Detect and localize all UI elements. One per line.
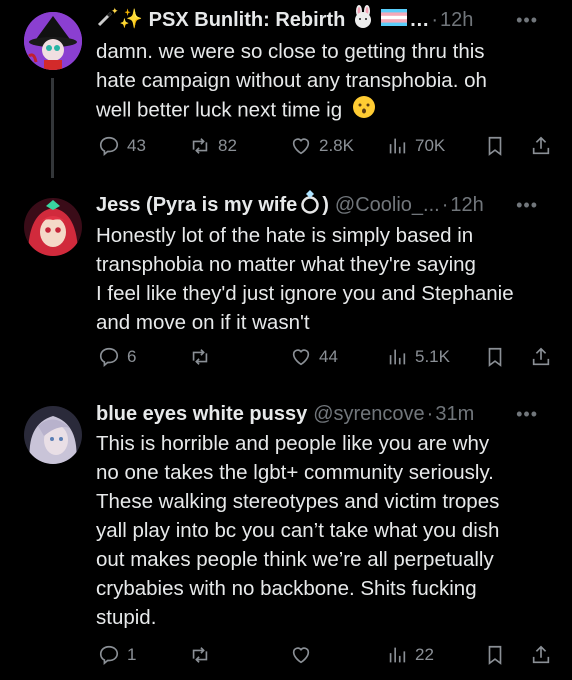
tweet-header: ✦ ✨ PSX Bunlith: Rebirth … · 12h ••• [96,4,558,36]
bookmark-icon [488,347,502,367]
view-count: 5.1K [415,347,450,366]
truncation-ellipsis: … [409,9,430,31]
reply-button[interactable]: 43 [98,133,146,159]
tweet-header: blue eyes white pussy @syrencove · 31m •… [96,400,558,428]
ring-emoji-icon [299,189,321,221]
reply-icon [99,136,119,157]
reply-count: 1 [127,645,137,664]
separator-dot: · [426,403,434,425]
tweet-text: This is horrible and people like you are… [96,429,556,632]
like-button[interactable] [290,642,319,668]
tweet-line: These walking stereotypes and victim tro… [96,490,500,513]
retweet-count: 82 [218,136,237,155]
avatar-psx-bunlith[interactable] [24,12,82,70]
tweet-line: stupid. [96,606,157,629]
tweet-line: out makes people think we’re all perpetu… [96,548,494,571]
tweet-line-with-emoji: well better luck next time ig [96,95,556,127]
more-options-icon[interactable]: ••• [516,7,538,33]
share-button[interactable] [530,642,552,668]
like-count: 2.8K [319,136,354,155]
reply-button[interactable]: 1 [98,642,136,668]
svg-text:✦: ✦ [111,6,118,16]
views-button[interactable]: 70K [386,133,445,159]
magic-wand-icon: ✦ [96,6,119,35]
views-icon [389,138,406,154]
tweet-2[interactable]: Jess (Pyra is my wife ) @Coolio_... · 12… [0,178,572,383]
display-name-suffix: ) [322,194,329,216]
tweet-text: Honestly lot of the hate is simply based… [96,221,556,337]
tweet-line: yall play into bc you can’t take what yo… [96,519,500,542]
heart-icon [292,349,310,366]
tweet-line: damn. we were so close to getting thru t… [96,40,485,63]
separator-dot: · [431,9,439,31]
tweet-1[interactable]: ✦ ✨ PSX Bunlith: Rebirth … · 12h ••• dam… [0,0,572,178]
user-handle[interactable]: @syrencove [313,401,424,427]
separator-dot: · [441,194,449,216]
hushed-face-emoji-icon [352,95,376,127]
bookmark-button[interactable] [484,133,506,159]
reply-count: 43 [127,136,146,155]
like-button[interactable]: 44 [290,344,338,370]
tweet-header: Jess (Pyra is my wife ) @Coolio_... · 12… [96,189,558,221]
timestamp[interactable]: 12h [440,7,473,33]
retweet-button[interactable]: 82 [189,133,237,159]
retweet-icon [192,138,208,154]
tweet-line: transphobia no matter what they're sayin… [96,253,476,276]
timestamp[interactable]: 12h [450,192,483,218]
views-icon [389,647,406,663]
reply-icon [99,347,119,368]
bookmark-icon [488,136,502,156]
tweet-line: and move on if it wasn't [96,311,310,334]
tweet-text: damn. we were so close to getting thru t… [96,37,556,127]
share-icon [532,347,550,366]
sparkles-icon: ✨ [119,9,143,30]
user-handle[interactable]: @Coolio_... [335,192,440,218]
heart-icon [292,647,310,664]
like-button[interactable]: 2.8K [290,133,354,159]
avatar-jess[interactable] [24,198,82,256]
tweet-3[interactable]: blue eyes white pussy @syrencove · 31m •… [0,386,572,680]
timestamp[interactable]: 31m [435,401,474,427]
share-button[interactable] [530,133,552,159]
tweet-line-text: well better luck next time ig [96,98,343,122]
retweet-button[interactable] [189,642,218,668]
retweet-button[interactable] [189,344,218,370]
tweet-line: I feel like they'd just ignore you and S… [96,282,514,305]
bookmark-icon [488,645,502,665]
views-button[interactable]: 5.1K [386,344,450,370]
tweet-line: crybabies with no backbone. Shits fuckin… [96,577,477,600]
more-options-icon[interactable]: ••• [516,401,538,427]
reply-icon [99,645,119,666]
tweet-line: Honestly lot of the hate is simply based… [96,224,474,247]
views-icon [389,349,406,365]
heart-icon [292,138,310,155]
share-icon [532,136,550,155]
more-options-icon[interactable]: ••• [516,192,538,218]
bookmark-button[interactable] [484,642,506,668]
view-count: 70K [415,136,446,155]
retweet-icon [192,647,208,663]
tweet-line: This is horrible and people like you are… [96,432,490,455]
view-count: 22 [415,645,434,664]
display-name[interactable]: Jess (Pyra is my wife [96,192,297,218]
avatar-syrencove[interactable] [24,406,82,464]
display-name[interactable]: PSX Bunlith: Rebirth [149,7,346,33]
views-button[interactable]: 22 [386,642,434,668]
reply-button[interactable]: 6 [98,344,136,370]
action-bar: 6 44 5.1K [96,344,560,370]
action-bar: 43 82 2.8K 70K [96,133,560,159]
display-name[interactable]: blue eyes white pussy [96,401,307,427]
trans-flag-icon [381,7,408,33]
thread-line [51,78,54,178]
tweet-line: hate campaign without any transphobia. o… [96,69,487,92]
action-bar: 1 22 [96,642,560,668]
retweet-icon [192,349,208,365]
reply-count: 6 [127,347,137,366]
rabbit-emoji-icon [351,4,375,36]
tweet-line: no one takes the lgbt+ community serious… [96,461,494,484]
share-icon [532,645,550,664]
share-button[interactable] [530,344,552,370]
like-count: 44 [319,347,338,366]
bookmark-button[interactable] [484,344,506,370]
